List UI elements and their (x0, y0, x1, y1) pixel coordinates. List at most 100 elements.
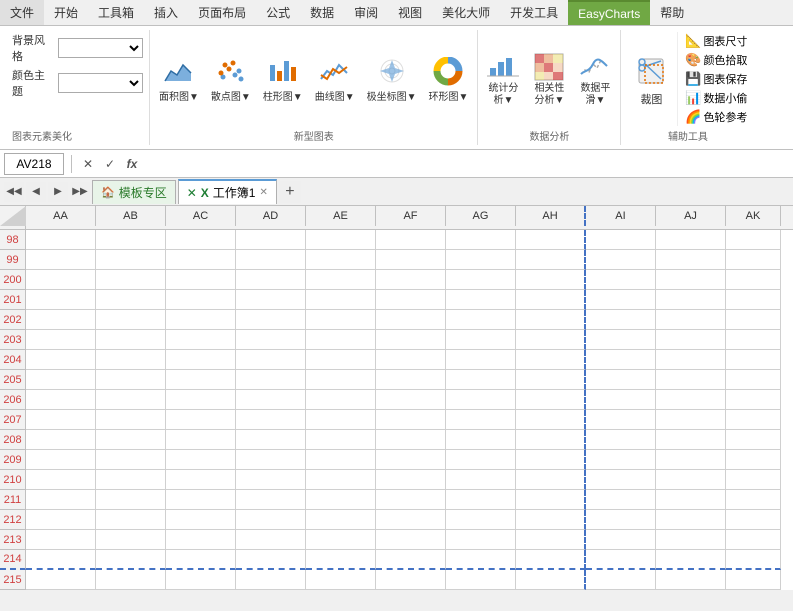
ring-chart-btn[interactable]: 环形图▼ (424, 53, 474, 106)
grid-cell[interactable] (726, 490, 781, 510)
tab-data[interactable]: 数据 (300, 0, 344, 25)
grid-cell[interactable] (656, 290, 726, 310)
grid-cell[interactable] (586, 550, 656, 570)
grid-cell[interactable] (586, 330, 656, 350)
grid-cell[interactable] (96, 410, 166, 430)
grid-cell[interactable] (656, 370, 726, 390)
grid-cell[interactable] (166, 570, 236, 590)
grid-cell[interactable] (726, 290, 781, 310)
grid-cell[interactable] (376, 290, 446, 310)
grid-cell[interactable] (726, 430, 781, 450)
grid-cell[interactable] (306, 310, 376, 330)
col-header-ab[interactable]: AB (96, 206, 166, 226)
grid-cell[interactable] (96, 230, 166, 250)
grid-cell[interactable] (26, 410, 96, 430)
grid-cell[interactable] (376, 570, 446, 590)
grid-cell[interactable] (166, 450, 236, 470)
area-chart-btn[interactable]: 面积图▼ (154, 53, 204, 106)
grid-cell[interactable] (306, 370, 376, 390)
grid-cell[interactable] (236, 490, 306, 510)
template-tab[interactable]: 🏠 模板专区 (92, 180, 176, 204)
polar-chart-btn[interactable]: 极坐标图▼ (362, 53, 422, 106)
grid-cell[interactable] (516, 470, 586, 490)
grid-cell[interactable] (446, 390, 516, 410)
sheet-nav-next[interactable]: ▶ (48, 182, 68, 202)
row-number[interactable]: 200 (0, 270, 26, 290)
col-header-ad[interactable]: AD (236, 206, 306, 226)
grid-cell[interactable] (516, 290, 586, 310)
row-number[interactable]: 213 (0, 530, 26, 550)
grid-cell[interactable] (726, 270, 781, 290)
grid-cell[interactable] (236, 570, 306, 590)
grid-cell[interactable] (26, 550, 96, 570)
grid-cell[interactable] (516, 530, 586, 550)
col-header-ag[interactable]: AG (446, 206, 516, 226)
grid-cell[interactable] (236, 390, 306, 410)
grid-cell[interactable] (166, 270, 236, 290)
grid-cell[interactable] (446, 490, 516, 510)
col-header-ah[interactable]: AH (516, 206, 586, 226)
grid-cell[interactable] (516, 270, 586, 290)
grid-cell[interactable] (166, 290, 236, 310)
grid-cell[interactable] (306, 530, 376, 550)
col-header-ac[interactable]: AC (166, 206, 236, 226)
grid-cell[interactable] (516, 330, 586, 350)
grid-cell[interactable] (96, 470, 166, 490)
crop-btn[interactable]: 裁图 (625, 32, 678, 126)
grid-cell[interactable] (96, 330, 166, 350)
grid-cell[interactable] (236, 250, 306, 270)
grid-cell[interactable] (236, 350, 306, 370)
grid-cell[interactable] (516, 250, 586, 270)
grid-cell[interactable] (306, 450, 376, 470)
grid-cell[interactable] (26, 430, 96, 450)
grid-cell[interactable] (26, 250, 96, 270)
grid-cell[interactable] (166, 550, 236, 570)
grid-cell[interactable] (446, 330, 516, 350)
row-number[interactable]: 205 (0, 370, 26, 390)
row-number[interactable]: 207 (0, 410, 26, 430)
grid-cell[interactable] (376, 330, 446, 350)
grid-cell[interactable] (516, 490, 586, 510)
grid-cell[interactable] (96, 310, 166, 330)
grid-cell[interactable] (166, 230, 236, 250)
grid-cell[interactable] (446, 570, 516, 590)
grid-cell[interactable] (656, 530, 726, 550)
grid-cell[interactable] (166, 310, 236, 330)
grid-cell[interactable] (656, 250, 726, 270)
grid-cell[interactable] (26, 450, 96, 470)
grid-cell[interactable] (166, 430, 236, 450)
grid-cell[interactable] (586, 450, 656, 470)
grid-cell[interactable] (26, 230, 96, 250)
grid-cell[interactable] (306, 550, 376, 570)
grid-cell[interactable] (96, 390, 166, 410)
sheet1-close-icon[interactable]: ✕ (259, 187, 267, 198)
grid-cell[interactable] (726, 370, 781, 390)
row-number[interactable]: 210 (0, 470, 26, 490)
chart-size-btn[interactable]: 📐 图表尺寸 (682, 32, 750, 50)
chart-save-btn[interactable]: 💾 图表保存 (682, 70, 750, 88)
tab-toolbox[interactable]: 工具箱 (88, 0, 144, 25)
grid-cell[interactable] (446, 430, 516, 450)
grid-cell[interactable] (446, 470, 516, 490)
grid-cell[interactable] (376, 370, 446, 390)
grid-cell[interactable] (726, 530, 781, 550)
correlation-btn[interactable]: 相关性分析▼ (528, 48, 570, 110)
confirm-btn[interactable]: ✓ (101, 155, 119, 173)
grid-cell[interactable] (306, 290, 376, 310)
color-wheel-btn[interactable]: 🌈 色轮参考 (682, 108, 750, 126)
color-pick-btn[interactable]: 🎨 颜色拾取 (682, 51, 750, 69)
grid-cell[interactable] (726, 410, 781, 430)
grid-cell[interactable] (166, 370, 236, 390)
col-header-af[interactable]: AF (376, 206, 446, 226)
grid-cell[interactable] (656, 470, 726, 490)
grid-cell[interactable] (26, 510, 96, 530)
tab-devtools[interactable]: 开发工具 (500, 0, 568, 25)
grid-cell[interactable] (656, 310, 726, 330)
grid-cell[interactable] (376, 470, 446, 490)
grid-cell[interactable] (516, 350, 586, 370)
grid-cell[interactable] (26, 310, 96, 330)
grid-cell[interactable] (376, 530, 446, 550)
grid-cell[interactable] (726, 330, 781, 350)
grid-cell[interactable] (376, 410, 446, 430)
grid-cell[interactable] (656, 550, 726, 570)
